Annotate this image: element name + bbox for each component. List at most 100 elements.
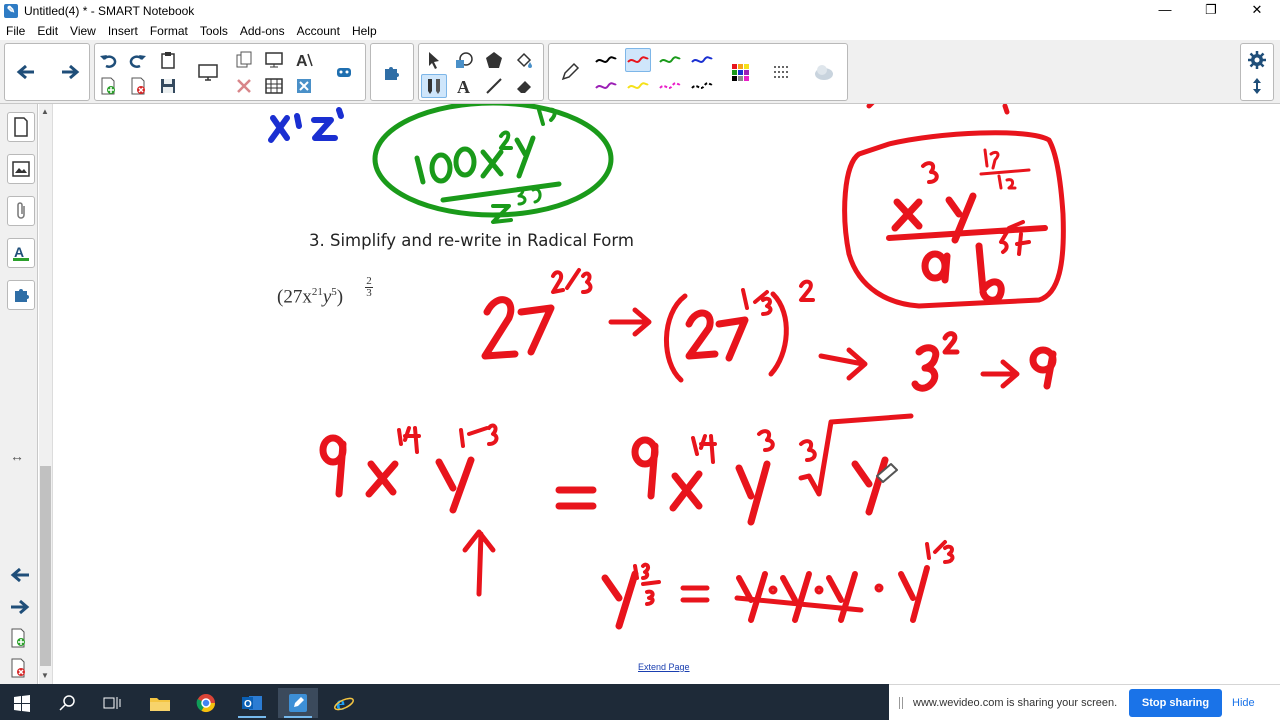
gallery-icon	[12, 161, 30, 177]
toolbar-position-button[interactable]	[1244, 74, 1270, 98]
maximize-button[interactable]: ❐	[1188, 0, 1234, 22]
text-tool-button[interactable]: A	[451, 74, 477, 98]
green-ink	[372, 104, 614, 224]
add-page-button[interactable]	[95, 74, 121, 98]
save-icon	[161, 79, 175, 93]
pen-black-dashed[interactable]	[689, 74, 715, 98]
eraser-tool-button[interactable]	[511, 74, 537, 98]
menu-format[interactable]: Format	[150, 24, 188, 38]
pen-red-selected[interactable]	[625, 48, 651, 72]
puzzle-icon	[385, 67, 399, 80]
text-tools-button[interactable]: A	[291, 48, 317, 72]
pen-tool-button[interactable]	[421, 74, 447, 98]
title-bar: ✎ Untitled(4) * - SMART Notebook — ❐ ✕	[0, 0, 1280, 22]
chrome-button[interactable]	[186, 688, 226, 718]
resize-sidebar-icon[interactable]: ↔	[10, 448, 24, 464]
menu-account[interactable]: Account	[297, 24, 340, 38]
line-tool-button[interactable]	[481, 74, 507, 98]
fit-page-button[interactable]	[291, 74, 317, 98]
delete-page-button[interactable]	[125, 74, 151, 98]
select-tool-button[interactable]	[421, 48, 447, 72]
menu-view[interactable]: View	[70, 24, 96, 38]
attachments-tab[interactable]	[7, 196, 35, 226]
outlook-button[interactable]: O	[232, 688, 272, 718]
copy-icon	[236, 51, 252, 68]
transparency-button[interactable]	[811, 60, 837, 84]
puzzle-piece-icon	[15, 289, 29, 302]
menu-tools[interactable]: Tools	[200, 24, 228, 38]
outlook-icon: O	[242, 696, 262, 710]
tools-group: A	[418, 43, 544, 101]
paint-bucket-button[interactable]	[511, 48, 537, 72]
properties-tab[interactable]: A	[7, 238, 35, 268]
hide-button[interactable]: Hide	[1232, 689, 1255, 717]
svg-text:A: A	[14, 244, 24, 260]
fill-tool-button[interactable]	[481, 48, 507, 72]
screen-shade-button[interactable]	[195, 60, 221, 84]
menu-file[interactable]: File	[6, 24, 25, 38]
pen-black-thin[interactable]	[593, 48, 619, 72]
copy-button[interactable]	[231, 48, 257, 72]
menu-help[interactable]: Help	[352, 24, 377, 38]
delete-button[interactable]	[231, 74, 257, 98]
window-title: Untitled(4) * - SMART Notebook	[24, 4, 195, 18]
redo-button[interactable]	[125, 48, 151, 72]
vertical-scrollbar[interactable]: ▲ ▼	[39, 104, 53, 684]
stop-sharing-button[interactable]: Stop sharing	[1129, 689, 1222, 717]
pen-purple[interactable]	[593, 74, 619, 98]
save-button[interactable]	[155, 74, 181, 98]
menu-insert[interactable]: Insert	[108, 24, 138, 38]
insert-table-button[interactable]	[261, 74, 287, 98]
menu-edit[interactable]: Edit	[37, 24, 58, 38]
minimize-button[interactable]: —	[1142, 0, 1188, 22]
drag-handle-icon[interactable]	[899, 697, 903, 709]
next-page-button[interactable]	[57, 60, 83, 84]
pen-magenta-dashed[interactable]	[657, 74, 683, 98]
previous-page-button[interactable]	[13, 60, 39, 84]
pen-green[interactable]	[657, 48, 683, 72]
color-picker-button[interactable]	[727, 60, 753, 84]
settings-button[interactable]	[1244, 48, 1270, 72]
edit-group: A	[94, 43, 366, 101]
red-line-3	[462, 529, 955, 630]
whiteboard-canvas[interactable]: 3. Simplify and re-write in Radical Form…	[39, 104, 1280, 684]
paste-button[interactable]	[155, 48, 181, 72]
search-button[interactable]	[48, 688, 88, 718]
close-button[interactable]: ✕	[1234, 0, 1280, 22]
lesson-activity-button[interactable]	[379, 60, 405, 84]
shapes-tool-button[interactable]	[451, 48, 477, 72]
add-ons-tab[interactable]	[7, 280, 35, 310]
paint-bucket-icon	[516, 52, 532, 68]
screen-capture-icon	[265, 52, 283, 68]
line-style-button[interactable]	[769, 60, 795, 84]
capture-button[interactable]	[261, 48, 287, 72]
scroll-down-icon[interactable]: ▼	[41, 671, 49, 680]
undo-button[interactable]	[95, 48, 121, 72]
ink-layer[interactable]	[39, 104, 1280, 684]
pen-blue[interactable]	[689, 48, 715, 72]
scroll-up-icon[interactable]: ▲	[41, 107, 49, 116]
menu-add-ons[interactable]: Add-ons	[240, 24, 285, 38]
page-sorter-tab[interactable]	[7, 112, 35, 142]
extend-page-link[interactable]: Extend Page	[638, 662, 690, 672]
task-view-button[interactable]	[92, 688, 132, 718]
share-message: www.wevideo.com is sharing your screen.	[913, 696, 1118, 709]
pen-button[interactable]	[557, 60, 583, 84]
start-button[interactable]	[2, 688, 42, 718]
gallery-tab[interactable]	[7, 154, 35, 184]
side-next-page-button[interactable]	[9, 598, 31, 621]
smart-notebook-taskbar-button[interactable]	[278, 688, 318, 718]
toolbar: A A	[0, 40, 1280, 104]
scroll-thumb[interactable]	[40, 466, 51, 666]
pens-icon	[428, 79, 440, 94]
search-icon	[59, 695, 75, 711]
side-add-page-button[interactable]	[10, 628, 26, 653]
side-delete-page-button[interactable]	[10, 658, 26, 683]
puzzle-group	[370, 43, 414, 101]
pen-yellow[interactable]	[625, 74, 651, 98]
file-explorer-button[interactable]	[140, 688, 180, 718]
add-ons-button[interactable]	[331, 60, 357, 84]
internet-explorer-button[interactable]: e	[324, 688, 364, 718]
side-previous-page-button[interactable]	[9, 566, 31, 589]
blue-ink	[268, 107, 344, 143]
